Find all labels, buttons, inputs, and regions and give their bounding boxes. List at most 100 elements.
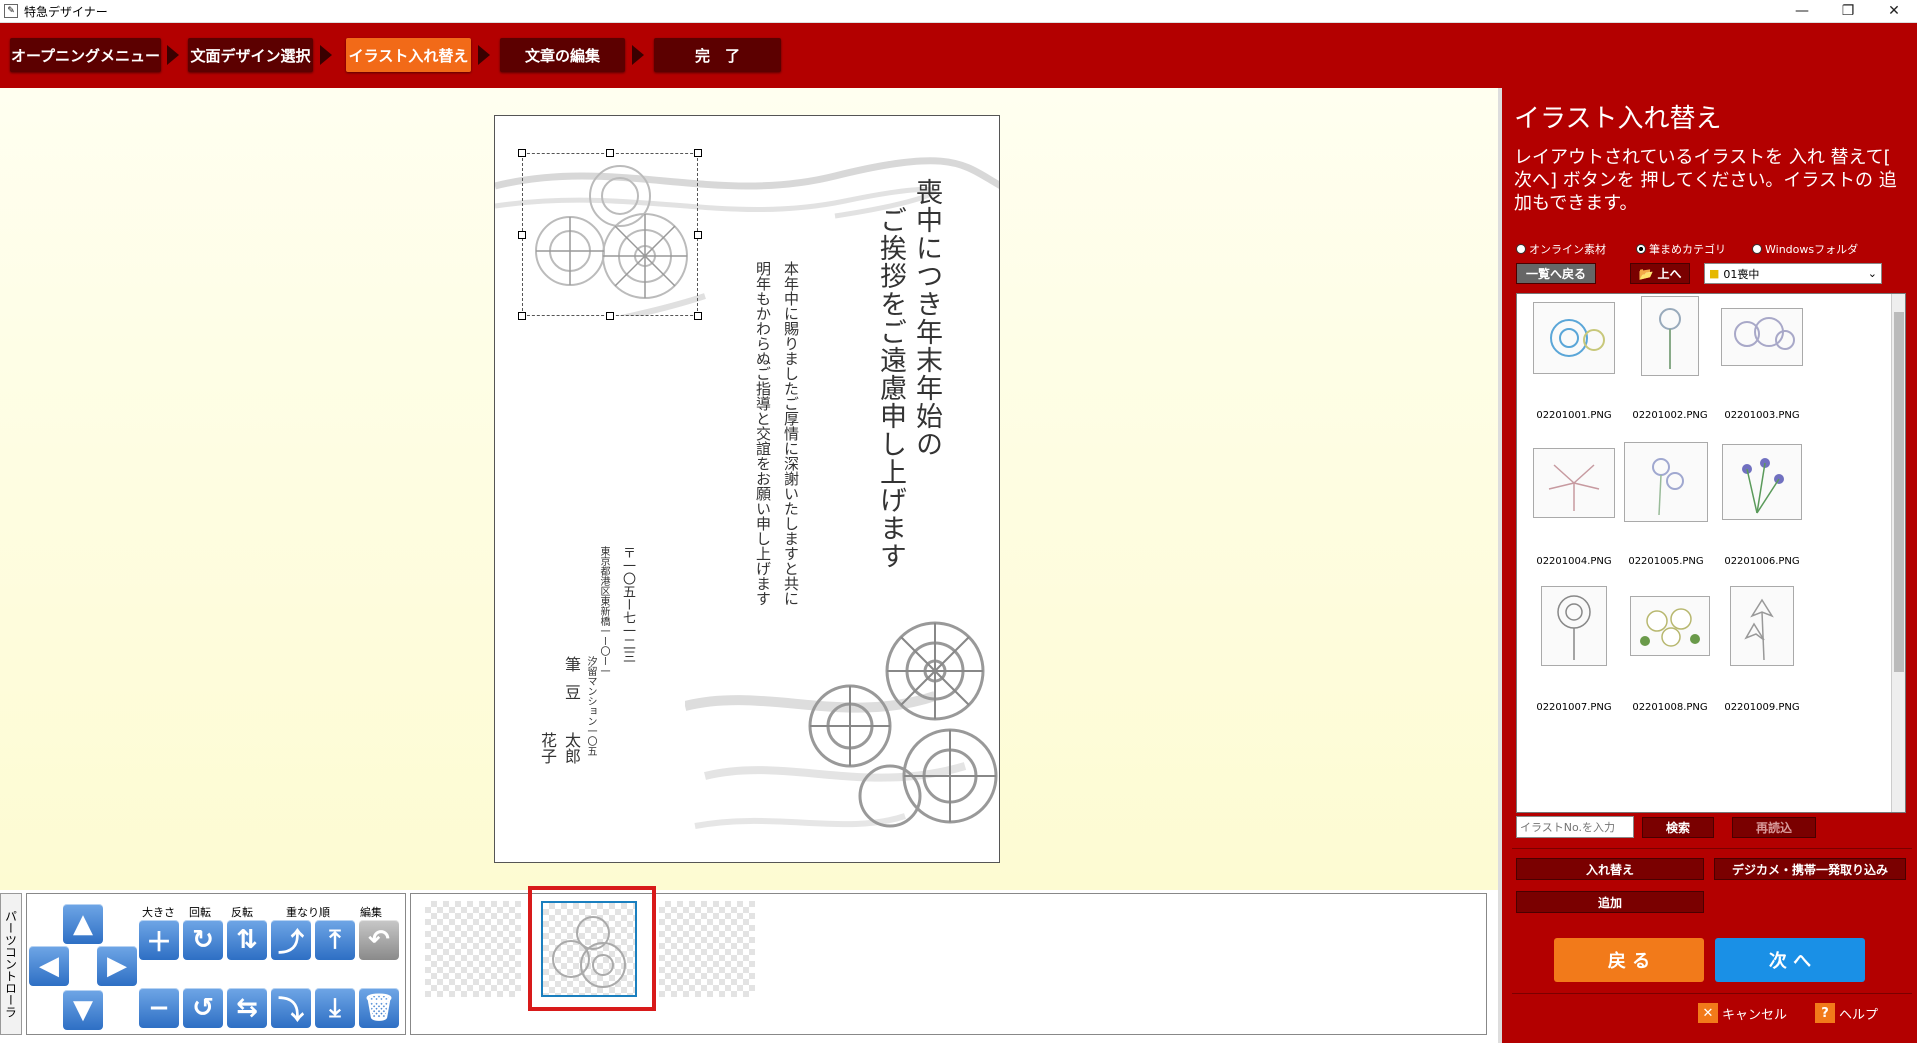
sender-family-name2[interactable]: 豆 <box>559 684 583 700</box>
step-arrow-icon <box>167 45 179 65</box>
enlarge-button[interactable]: ＋ <box>139 920 179 960</box>
greeting-body-line1[interactable]: 本年中に賜りましたご厚情に深謝いたしますと共に <box>781 261 802 606</box>
gallery-thumbnail <box>1722 444 1802 520</box>
greeting-heading-line1[interactable]: 喪中につき年末年始の <box>907 178 946 458</box>
resize-handle[interactable] <box>518 149 526 157</box>
search-button[interactable]: 検索 <box>1642 817 1714 838</box>
undo-button[interactable]: ↶ <box>359 920 399 960</box>
help-icon: ? <box>1815 1003 1835 1023</box>
minimize-button[interactable]: — <box>1779 0 1825 22</box>
back-to-list-button[interactable]: 一覧へ戻る <box>1516 263 1596 284</box>
sender-given-name2[interactable]: 花子 <box>535 732 559 764</box>
step-illustration-replace[interactable]: イラスト入れ替え <box>346 38 471 72</box>
gallery-item-name: 02201009.PNG <box>1724 702 1800 713</box>
radio-dot-icon <box>1516 244 1526 254</box>
up-button[interactable]: 📂 上へ <box>1630 263 1690 284</box>
move-down-button[interactable]: ▼ <box>63 990 103 1030</box>
chrysanthemum-bottom-illustration <box>685 621 998 829</box>
resize-handle[interactable] <box>694 149 702 157</box>
reload-button[interactable]: 再読込 <box>1732 817 1816 838</box>
postal-code[interactable]: 〒一〇五ー七一二三 <box>618 546 637 663</box>
gallery-item[interactable] <box>1707 308 1817 366</box>
resize-handle[interactable] <box>518 231 526 239</box>
chevron-down-icon: ⌄ <box>1867 267 1877 280</box>
flip-vertical-button[interactable]: ⇅ <box>227 920 267 960</box>
resize-handle[interactable] <box>694 231 702 239</box>
gallery-item-name: 02201003.PNG <box>1724 410 1800 421</box>
gallery-item[interactable] <box>1611 442 1721 522</box>
radio-online-label: オンライン素材 <box>1529 243 1606 256</box>
gallery-thumbnail <box>1624 442 1708 522</box>
next-button[interactable]: 次 へ <box>1715 938 1865 982</box>
address-line1[interactable]: 東京都港区東新橋一ー〇ー一 <box>596 546 611 676</box>
parts-thumbnail-strip <box>410 886 1487 1035</box>
parts-thumbnail-illustration[interactable] <box>541 901 637 997</box>
bring-to-front-button[interactable]: ⤒ <box>315 920 355 960</box>
add-button[interactable]: 追加 <box>1516 891 1704 913</box>
move-up-button[interactable]: ▲ <box>63 904 103 944</box>
greeting-heading-line2[interactable]: ご挨拶をご遠慮申し上げます <box>871 206 910 570</box>
move-right-button[interactable]: ▶ <box>97 946 137 986</box>
gallery-thumbnail <box>1730 586 1794 666</box>
gallery-item[interactable] <box>1519 302 1629 374</box>
scrollbar-thumb[interactable] <box>1894 312 1904 672</box>
gallery-item[interactable] <box>1707 586 1817 666</box>
send-to-back-button[interactable]: ⤓ <box>315 988 355 1028</box>
arrow-right-icon: ▶ <box>107 951 127 981</box>
radio-category[interactable]: 筆まめカテゴリ <box>1636 241 1726 257</box>
resize-handle[interactable] <box>606 149 614 157</box>
step-opening-menu[interactable]: オープニングメニュー <box>10 38 161 72</box>
rotate-ccw-button[interactable]: ↺ <box>183 988 223 1028</box>
gallery-item[interactable] <box>1519 586 1629 666</box>
delete-button[interactable]: 🗑 <box>359 988 399 1028</box>
sender-given-name1[interactable]: 太郎 <box>559 732 583 764</box>
gallery-item[interactable] <box>1707 444 1817 520</box>
gallery-thumbnail <box>1533 302 1615 374</box>
step-arrow-icon <box>320 45 332 65</box>
flip-vertical-icon: ⇅ <box>236 925 258 955</box>
back-button[interactable]: 戻 る <box>1554 938 1704 982</box>
gallery-thumbnail <box>1533 448 1615 518</box>
folder-value: 01喪中 <box>1723 267 1760 281</box>
resize-handle[interactable] <box>606 312 614 320</box>
parts-thumbnail-bottom[interactable] <box>659 901 755 997</box>
bring-forward-button[interactable]: ⤴ <box>271 920 311 960</box>
layer-bottom-icon: ⤓ <box>329 992 341 1023</box>
folder-dropdown[interactable]: ■ 01喪中 ⌄ <box>1704 263 1882 284</box>
sender-family-name[interactable]: 筆 <box>559 656 583 672</box>
replace-button[interactable]: 入れ替え <box>1516 858 1704 880</box>
radio-windows[interactable]: Windowsフォルダ <box>1752 241 1858 257</box>
arrow-down-icon: ▼ <box>73 995 93 1025</box>
title-bar: ✎ 特急デザイナー — ❐ ✕ <box>0 0 1917 23</box>
rotate-cw-button[interactable]: ↻ <box>183 920 223 960</box>
folder-up-icon: 📂 <box>1638 266 1654 281</box>
maximize-button[interactable]: ❐ <box>1825 0 1871 22</box>
greeting-body-line2[interactable]: 明年もかわらぬご指導と交誼をお願い申し上げます <box>753 261 774 606</box>
close-button[interactable]: ✕ <box>1871 0 1917 22</box>
gallery-scrollbar[interactable] <box>1891 294 1905 812</box>
selection-box[interactable] <box>522 153 698 316</box>
arrow-left-icon: ◀ <box>39 951 59 981</box>
step-bar: オープニングメニュー 文面デザイン選択 イラスト入れ替え 文章の編集 完 了 <box>0 23 1917 88</box>
gallery-item-name: 02201007.PNG <box>1536 702 1612 713</box>
step-design-select[interactable]: 文面デザイン選択 <box>188 38 313 72</box>
step-arrow-icon <box>478 45 490 65</box>
gallery-item-name: 02201001.PNG <box>1536 410 1612 421</box>
trash-icon: 🗑 <box>362 993 396 1023</box>
cancel-link[interactable]: ✕ キャンセル <box>1698 1003 1787 1023</box>
camera-import-button[interactable]: デジカメ・携帯一発取り込み <box>1714 858 1906 880</box>
resize-handle[interactable] <box>518 312 526 320</box>
illustration-number-input[interactable] <box>1516 816 1634 838</box>
flip-horizontal-button[interactable]: ⇆ <box>227 988 267 1028</box>
shrink-button[interactable]: − <box>139 988 179 1028</box>
send-backward-button[interactable]: ⤵ <box>271 988 311 1028</box>
gallery-item-name: 02201005.PNG <box>1628 556 1704 567</box>
step-text-edit[interactable]: 文章の編集 <box>500 38 625 72</box>
address-line2[interactable]: 汐留マンション一〇五 <box>583 656 598 756</box>
move-left-button[interactable]: ◀ <box>29 946 69 986</box>
radio-online[interactable]: オンライン素材 <box>1516 241 1606 257</box>
resize-handle[interactable] <box>694 312 702 320</box>
help-link[interactable]: ? ヘルプ <box>1815 1003 1878 1023</box>
step-complete[interactable]: 完 了 <box>654 38 781 72</box>
parts-thumbnail-text[interactable] <box>425 901 521 997</box>
